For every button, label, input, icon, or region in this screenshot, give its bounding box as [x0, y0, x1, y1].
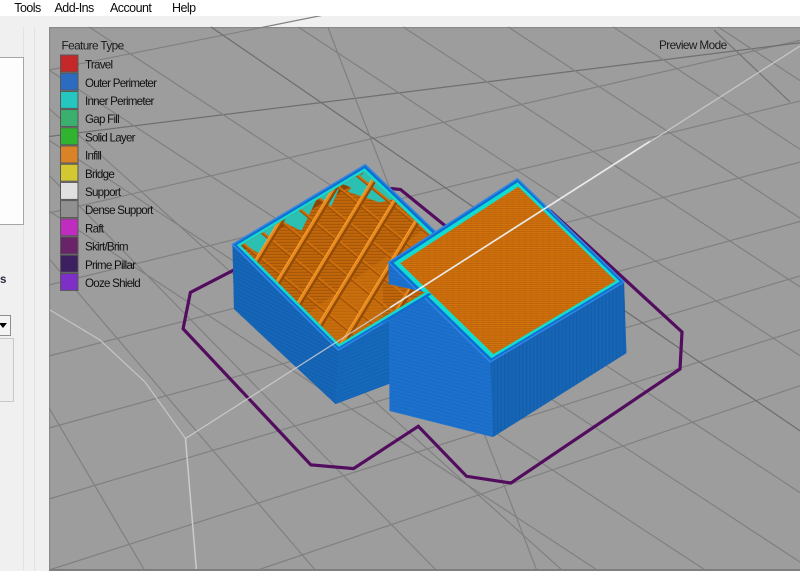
svg-text:Support: Support [85, 186, 122, 199]
svg-text:Gap Fill: Gap Fill [85, 113, 119, 126]
svg-text:Travel: Travel [85, 59, 112, 72]
svg-text:Ooze Shield: Ooze Shield [85, 277, 140, 290]
svg-text:Dense Support: Dense Support [85, 204, 154, 217]
svg-text:Raft: Raft [85, 222, 105, 235]
svg-text:Prime Pillar: Prime Pillar [85, 259, 136, 272]
svg-text:Solid Layer: Solid Layer [85, 131, 136, 144]
svg-text:Inner Perimeter: Inner Perimeter [85, 95, 155, 108]
svg-text:Infill: Infill [85, 150, 101, 163]
svg-text:Preview Mode: Preview Mode [659, 38, 728, 52]
svg-text:Feature Type: Feature Type [62, 39, 125, 53]
svg-text:Skirt/Brim: Skirt/Brim [85, 241, 128, 254]
svg-text:Bridge: Bridge [85, 168, 114, 181]
svg-text:Outer Perimeter: Outer Perimeter [85, 77, 157, 90]
